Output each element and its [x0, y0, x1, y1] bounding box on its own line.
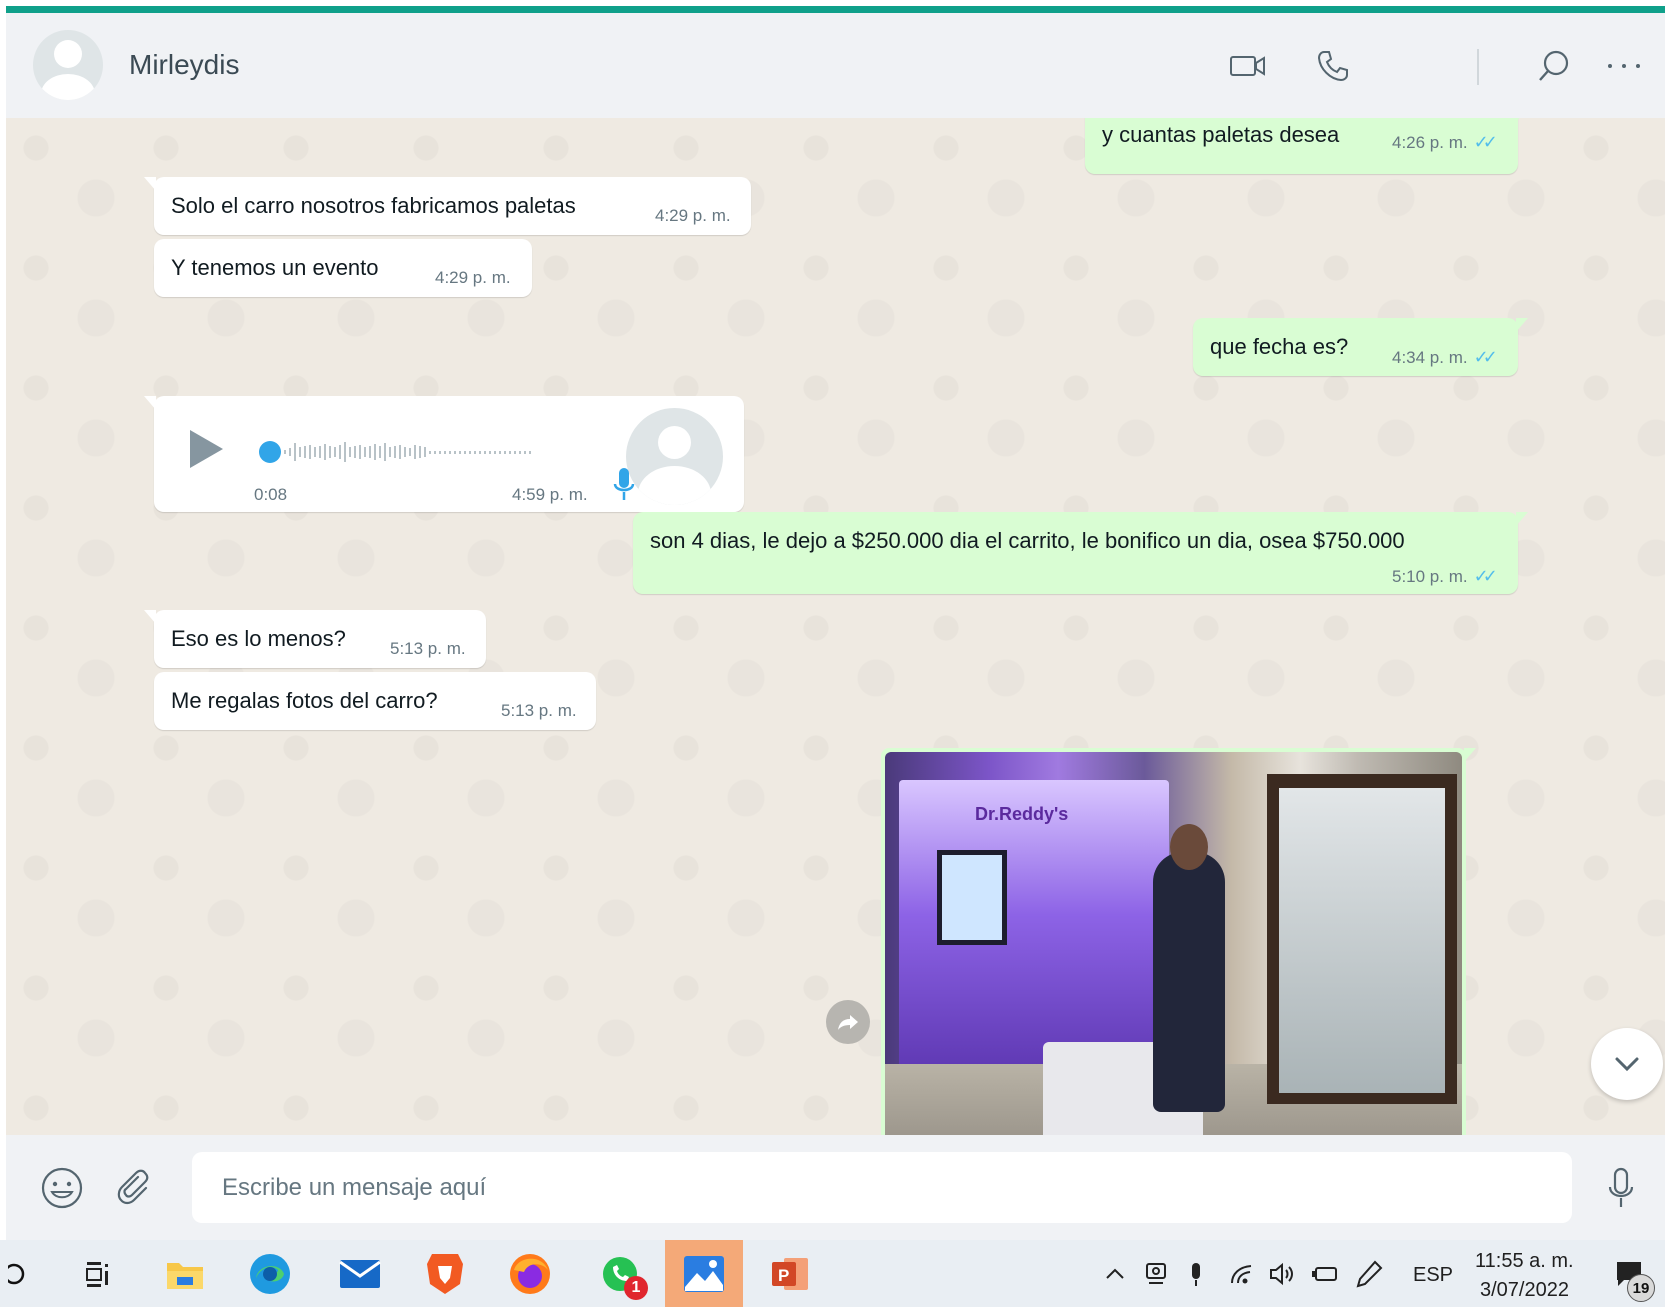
voice-mic-icon — [612, 466, 636, 512]
photo[interactable]: Dr.Reddy's — [885, 752, 1462, 1135]
header-separator — [1477, 49, 1479, 85]
message-input[interactable] — [192, 1152, 1572, 1223]
microphone-icon[interactable] — [1603, 1165, 1639, 1211]
message-composer — [6, 1135, 1665, 1240]
clock-date[interactable]: 3/07/2022 — [1480, 1279, 1569, 1302]
notification-count: 19 — [1627, 1274, 1655, 1302]
message-incoming[interactable]: Me regalas fotos del carro? 5:13 p. m. — [154, 672, 596, 730]
voice-message[interactable]: 0:08 4:59 p. m. — [144, 396, 744, 512]
message-text: son 4 dias, le dejo a $250.000 dia el ca… — [650, 528, 1405, 553]
message-outgoing[interactable]: son 4 dias, le dejo a $250.000 dia el ca… — [633, 512, 1528, 594]
mail-icon[interactable] — [330, 1240, 390, 1307]
scroll-down-button[interactable] — [1591, 1028, 1663, 1100]
message-time: 4:29 p. m. — [435, 268, 511, 287]
powerpoint-icon[interactable]: P — [760, 1240, 820, 1307]
message-text: y cuantas paletas desea — [1102, 122, 1340, 147]
whatsapp-icon[interactable]: 1 — [590, 1240, 650, 1307]
message-incoming[interactable]: Solo el carro nosotros fabricamos paleta… — [144, 177, 751, 235]
clock-time[interactable]: 11:55 a. m. — [1475, 1250, 1574, 1273]
message-time: 4:26 p. m. ✓✓ — [1392, 132, 1498, 152]
attach-icon[interactable] — [114, 1166, 158, 1210]
file-explorer-icon[interactable] — [155, 1240, 215, 1307]
menu-icon[interactable] — [1604, 47, 1644, 85]
image-message[interactable]: Dr.Reddy's — [881, 748, 1476, 1135]
svg-text:P: P — [778, 1266, 789, 1285]
chat-header: Mirleydis — [6, 13, 1665, 118]
photos-icon[interactable] — [665, 1240, 743, 1307]
forward-icon[interactable] — [826, 1000, 870, 1044]
voice-call-icon[interactable] — [1313, 47, 1353, 85]
play-icon[interactable] — [190, 430, 223, 468]
microphone-tray-icon[interactable] — [1182, 1240, 1210, 1307]
accent-bar — [6, 6, 1665, 13]
message-time: 5:13 p. m. — [390, 639, 466, 658]
chevron-down-icon — [1615, 1057, 1639, 1072]
message-text: Me regalas fotos del carro? — [171, 688, 438, 713]
windows-taskbar: 1 P ESP 11:55 a. m. 3/07/2022 19 — [0, 1240, 1665, 1307]
brave-icon[interactable] — [415, 1240, 475, 1307]
message-incoming[interactable]: Y tenemos un evento 4:29 p. m. — [154, 239, 532, 297]
video-call-icon[interactable] — [1228, 47, 1268, 85]
message-text: Eso es lo menos? — [171, 626, 346, 651]
notification-center-icon[interactable]: 19 — [1605, 1240, 1655, 1307]
wifi-icon[interactable] — [1225, 1240, 1259, 1307]
message-outgoing[interactable]: que fecha es? 4:34 p. m. ✓✓ — [1193, 318, 1528, 376]
sender-avatar — [626, 408, 723, 505]
emoji-icon[interactable] — [40, 1166, 84, 1210]
battery-icon[interactable] — [1308, 1240, 1342, 1307]
message-incoming[interactable]: Eso es lo menos? 5:13 p. m. — [144, 610, 486, 668]
volume-icon[interactable] — [1265, 1240, 1299, 1307]
read-ticks-icon: ✓✓ — [1473, 132, 1498, 152]
message-time: 4:34 p. m. ✓✓ — [1392, 347, 1498, 367]
message-text: Y tenemos un evento — [171, 255, 379, 280]
message-time: 5:13 p. m. — [501, 701, 577, 720]
message-text: Solo el carro nosotros fabricamos paleta… — [171, 193, 576, 218]
task-view-icon[interactable] — [70, 1240, 126, 1307]
search-circle-icon[interactable] — [0, 1240, 40, 1307]
photo-booth-logo: Dr.Reddy's — [975, 804, 1069, 824]
window-top-strip — [0, 0, 1665, 13]
pen-icon[interactable] — [1352, 1240, 1386, 1307]
search-icon[interactable] — [1534, 47, 1574, 85]
contact-avatar[interactable] — [33, 30, 103, 100]
contact-name[interactable]: Mirleydis — [129, 49, 239, 81]
voice-progress-handle[interactable] — [259, 441, 281, 463]
message-text: que fecha es? — [1210, 334, 1349, 359]
chevron-up-icon[interactable] — [1100, 1240, 1130, 1307]
message-time: 4:59 p. m. — [512, 485, 588, 504]
read-ticks-icon: ✓✓ — [1473, 347, 1498, 367]
language-indicator[interactable]: ESP — [1413, 1264, 1453, 1287]
firefox-icon[interactable] — [500, 1240, 560, 1307]
meet-now-icon[interactable] — [1140, 1240, 1172, 1307]
voice-waveform[interactable] — [284, 440, 564, 464]
message-outgoing[interactable]: y cuantas paletas desea 4:26 p. m. ✓✓ — [1085, 118, 1528, 174]
read-ticks-icon: ✓✓ — [1473, 566, 1498, 586]
message-time: 4:29 p. m. — [655, 206, 731, 225]
edge-icon[interactable] — [240, 1240, 300, 1307]
whatsapp-badge: 1 — [624, 1276, 648, 1300]
message-time: 5:10 p. m. ✓✓ — [1392, 566, 1498, 586]
voice-duration: 0:08 — [254, 485, 288, 504]
chat-area[interactable]: y cuantas paletas desea 4:26 p. m. ✓✓ Sol… — [6, 118, 1665, 1135]
